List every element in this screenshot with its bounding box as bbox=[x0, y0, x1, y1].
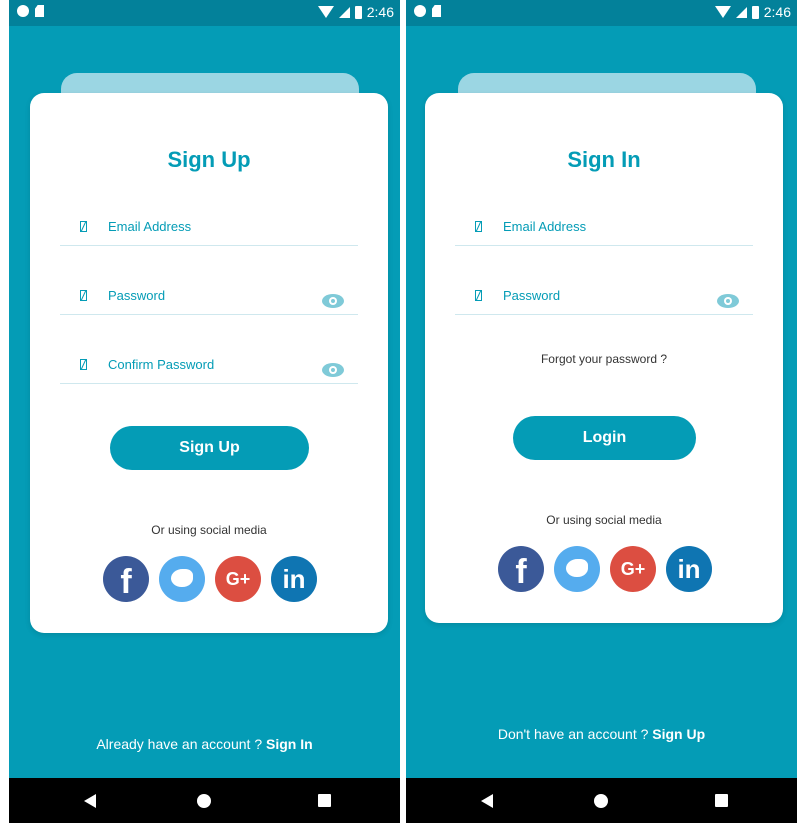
notification-icon bbox=[17, 5, 29, 17]
social-buttons: f G+ in bbox=[103, 556, 318, 602]
signin-card: Sign In Email Address Password Forgot yo… bbox=[425, 93, 783, 623]
recents-icon[interactable] bbox=[318, 794, 331, 807]
home-icon[interactable] bbox=[197, 794, 211, 808]
twitter-icon bbox=[566, 559, 588, 577]
notification-icon bbox=[414, 5, 426, 17]
wifi-icon bbox=[714, 6, 731, 18]
email-field[interactable]: Email Address bbox=[455, 205, 753, 246]
confirm-password-field-label: Confirm Password bbox=[108, 357, 215, 372]
twitter-button[interactable] bbox=[159, 556, 205, 602]
signup-screen: 2:46 Sign Up Email Address Password Conf… bbox=[9, 0, 400, 823]
footer-prefix: Already have an account ? bbox=[96, 736, 263, 752]
back-icon[interactable] bbox=[481, 794, 493, 808]
email-field-label: Email Address bbox=[108, 219, 192, 234]
password-field[interactable]: Password bbox=[60, 274, 358, 315]
confirm-password-field[interactable]: Confirm Password bbox=[60, 343, 358, 384]
signal-icon bbox=[338, 6, 350, 18]
page-title: Sign Up bbox=[167, 147, 251, 172]
battery-icon bbox=[354, 5, 362, 19]
signin-screen: 2:46 Sign In Email Address Password Forg… bbox=[406, 0, 797, 823]
field-icon bbox=[80, 221, 87, 232]
login-button[interactable]: Login bbox=[513, 416, 696, 460]
linkedin-button[interactable]: in bbox=[271, 556, 317, 602]
footer-prefix: Don't have an account ? bbox=[497, 726, 649, 742]
battery-icon bbox=[751, 5, 759, 19]
signup-card: Sign Up Email Address Password Confirm P… bbox=[30, 93, 388, 633]
field-icon bbox=[475, 290, 482, 301]
password-field[interactable]: Password bbox=[455, 274, 753, 315]
email-field[interactable]: Email Address bbox=[60, 205, 358, 246]
back-icon[interactable] bbox=[84, 794, 96, 808]
eye-icon[interactable] bbox=[717, 294, 739, 308]
status-bar: 2:46 bbox=[406, 0, 797, 26]
social-label: Or using social media bbox=[546, 513, 662, 527]
status-bar: 2:46 bbox=[9, 0, 400, 26]
sign-up-link[interactable]: Sign Up bbox=[652, 726, 705, 742]
linkedin-button[interactable]: in bbox=[666, 546, 712, 592]
wifi-icon bbox=[317, 6, 334, 18]
forgot-password-link[interactable]: Forgot your password ? bbox=[425, 352, 783, 366]
field-icon bbox=[80, 359, 87, 370]
twitter-button[interactable] bbox=[554, 546, 600, 592]
twitter-icon bbox=[171, 569, 193, 587]
sign-in-link[interactable]: Sign In bbox=[266, 736, 313, 752]
recents-icon[interactable] bbox=[715, 794, 728, 807]
status-time: 2:46 bbox=[366, 4, 394, 20]
social-buttons: f G+ in bbox=[498, 546, 713, 592]
password-field-label: Password bbox=[108, 288, 166, 303]
home-icon[interactable] bbox=[594, 794, 608, 808]
sign-up-button[interactable]: Sign Up bbox=[110, 426, 309, 470]
page-title: Sign In bbox=[567, 147, 641, 172]
nav-bar bbox=[406, 778, 797, 823]
eye-icon[interactable] bbox=[322, 294, 344, 308]
sd-card-icon bbox=[35, 5, 44, 17]
google-plus-button[interactable]: G+ bbox=[610, 546, 656, 592]
social-label: Or using social media bbox=[151, 523, 267, 537]
signal-icon bbox=[735, 6, 747, 18]
field-icon bbox=[80, 290, 87, 301]
field-icon bbox=[475, 221, 482, 232]
footer-text: Already have an account ? Sign In bbox=[9, 736, 400, 752]
eye-icon[interactable] bbox=[322, 363, 344, 377]
facebook-button[interactable]: f bbox=[498, 546, 544, 592]
footer-text: Don't have an account ? Sign Up bbox=[406, 726, 797, 742]
email-field-label: Email Address bbox=[503, 219, 587, 234]
status-time: 2:46 bbox=[763, 4, 791, 20]
facebook-button[interactable]: f bbox=[103, 556, 149, 602]
password-field-label: Password bbox=[503, 288, 561, 303]
sd-card-icon bbox=[432, 5, 441, 17]
google-plus-button[interactable]: G+ bbox=[215, 556, 261, 602]
nav-bar bbox=[9, 778, 400, 823]
